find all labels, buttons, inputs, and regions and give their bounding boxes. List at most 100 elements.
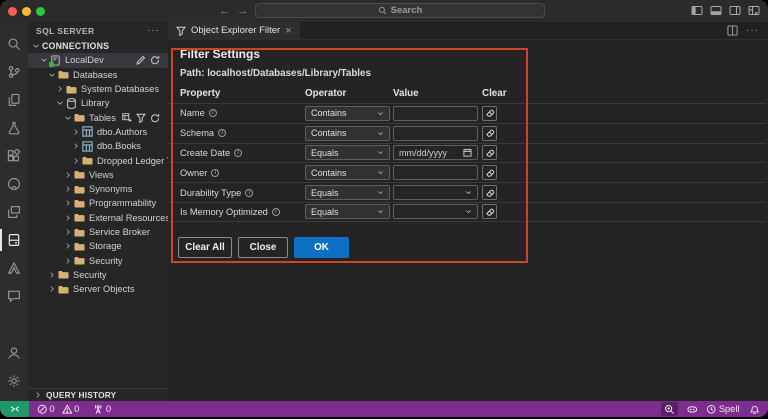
tree-item-tables[interactable]: Tables <box>28 110 168 124</box>
window-minimize-button[interactable] <box>22 6 31 16</box>
value-dropdown[interactable] <box>393 204 478 220</box>
toggle-panel-icon[interactable] <box>710 5 722 16</box>
customize-layout-icon[interactable] <box>748 5 760 16</box>
settings-gear-icon[interactable] <box>0 367 28 395</box>
close-button[interactable]: Close <box>238 237 288 258</box>
window-maximize-button[interactable] <box>36 6 45 16</box>
clear-all-button[interactable]: Clear All <box>178 237 232 258</box>
more-actions-icon[interactable]: ··· <box>147 25 160 35</box>
account-icon[interactable] <box>0 339 28 367</box>
query-history-section[interactable]: QUERY HISTORY <box>28 388 168 401</box>
tree-item-dropped-ledger-tables[interactable]: Dropped Ledger Tables <box>28 153 168 167</box>
spell-checker-status[interactable]: Spell <box>706 404 740 415</box>
tree-item-security-server[interactable]: Security <box>28 268 168 282</box>
value-dropdown[interactable] <box>393 185 478 201</box>
azure-icon[interactable] <box>0 254 28 282</box>
tree-item-views[interactable]: Views <box>28 168 168 182</box>
remote-indicator[interactable] <box>0 401 29 417</box>
window-close-button[interactable] <box>8 6 17 16</box>
clear-row-button[interactable] <box>482 125 497 141</box>
tree-item-system-databases[interactable]: System Databases <box>28 82 168 96</box>
tree-item-dbo-authors[interactable]: dbo.Authors <box>28 125 168 139</box>
chevron-down-icon <box>57 101 63 106</box>
copy-files-icon[interactable] <box>0 86 28 114</box>
calendar-icon[interactable] <box>463 148 472 158</box>
operator-dropdown[interactable]: Equals <box>305 185 390 201</box>
tree-item-library[interactable]: Library <box>28 96 168 110</box>
clear-row-button[interactable] <box>482 165 497 181</box>
tree-item-storage[interactable]: Storage <box>28 239 168 253</box>
new-table-icon[interactable] <box>122 112 132 123</box>
refresh-icon[interactable] <box>150 55 160 65</box>
filter-settings-panel: Filter Settings Path: localhost/Database… <box>168 40 768 401</box>
database-icon <box>66 97 77 109</box>
error-icon <box>37 404 47 414</box>
ports-status[interactable]: 0 <box>93 404 111 415</box>
tree-item-external-resources[interactable]: External Resources <box>28 211 168 225</box>
chat-icon[interactable] <box>0 282 28 310</box>
filter-row-create-date: Create Date i Equals mm/dd/yyyy <box>168 142 766 163</box>
tree-item-dbo-books[interactable]: dbo.Books <box>28 139 168 153</box>
tree-item-server-objects[interactable]: Server Objects <box>28 282 168 296</box>
history-back-icon[interactable]: ← <box>219 4 230 18</box>
operator-dropdown[interactable]: Contains <box>305 105 390 121</box>
operator-dropdown[interactable]: Equals <box>305 204 390 220</box>
tree-item-synonyms[interactable]: Synonyms <box>28 182 168 196</box>
notifications-status[interactable] <box>749 404 759 415</box>
activity-bar <box>0 22 28 401</box>
chevron-down-icon <box>378 131 383 135</box>
tree-section-connections[interactable]: CONNECTIONS <box>28 39 168 53</box>
spell-label: Spell <box>718 404 740 414</box>
operator-dropdown[interactable]: Contains <box>305 125 390 141</box>
tree-item-databases[interactable]: Databases <box>28 68 168 82</box>
problems-status[interactable]: 0 0 <box>37 404 79 415</box>
item-actions <box>122 112 160 123</box>
operator-dropdown[interactable]: Equals <box>305 145 390 161</box>
clear-row-button[interactable] <box>482 185 497 201</box>
value-input[interactable] <box>393 125 478 141</box>
copilot-status[interactable] <box>687 404 698 415</box>
tab-close-icon[interactable]: × <box>285 25 291 36</box>
extensions-icon[interactable] <box>0 142 28 170</box>
chevron-right-icon <box>66 172 70 178</box>
sql-server-icon[interactable] <box>0 226 28 254</box>
clear-row-button[interactable] <box>482 204 497 220</box>
refresh-icon[interactable] <box>150 113 160 123</box>
toggle-primary-sidebar-icon[interactable] <box>691 5 703 16</box>
zoom-status[interactable] <box>661 402 678 416</box>
tree-item-service-broker[interactable]: Service Broker <box>28 225 168 239</box>
radio-tower-icon <box>95 404 102 414</box>
value-input[interactable] <box>393 165 478 181</box>
github-icon[interactable] <box>0 170 28 198</box>
ok-button[interactable]: OK <box>294 237 349 258</box>
tab-object-explorer-filter[interactable]: Object Explorer Filter × <box>168 21 300 40</box>
chevron-down-icon <box>65 116 71 120</box>
tree-item-localdev[interactable]: LocalDev <box>28 53 168 68</box>
date-input[interactable]: mm/dd/yyyy <box>393 145 478 161</box>
clear-row-button[interactable] <box>482 145 497 161</box>
clear-row-button[interactable] <box>482 105 497 121</box>
value-input[interactable] <box>393 105 478 121</box>
filter-icon[interactable] <box>136 113 146 123</box>
eraser-icon <box>485 149 494 157</box>
split-editor-icon[interactable] <box>727 25 738 36</box>
tree-item-programmability[interactable]: Programmability <box>28 196 168 210</box>
edit-pencil-icon[interactable] <box>136 55 146 66</box>
folder-icon <box>58 69 69 80</box>
beaker-icon[interactable] <box>0 114 28 142</box>
eraser-icon <box>485 189 494 197</box>
source-control-icon[interactable] <box>0 58 28 86</box>
command-center-search[interactable]: Search <box>255 3 545 18</box>
toggle-secondary-sidebar-icon[interactable] <box>729 5 741 16</box>
connected-indicator <box>49 62 54 67</box>
history-forward-icon[interactable]: → <box>237 4 248 18</box>
remote-explorer-icon[interactable] <box>0 198 28 226</box>
editor-group: Object Explorer Filter × ··· Filter Sett… <box>168 21 768 401</box>
search-icon[interactable] <box>0 30 28 58</box>
tree-item-security-db[interactable]: Security <box>28 253 168 267</box>
bell-icon <box>749 405 759 415</box>
operator-dropdown[interactable]: Contains <box>305 165 390 181</box>
eraser-icon <box>485 110 494 118</box>
more-actions-icon[interactable]: ··· <box>746 25 759 35</box>
chevron-right-icon <box>66 186 70 192</box>
